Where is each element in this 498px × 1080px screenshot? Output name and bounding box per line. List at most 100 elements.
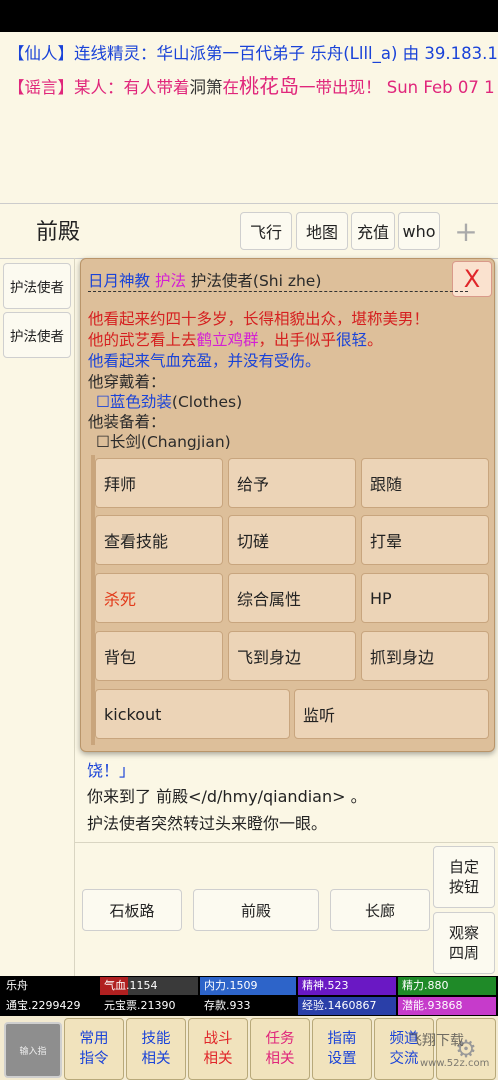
stat-qianneng: 潜能.93868 [398,997,496,1015]
label-line: 按钮 [448,878,479,896]
nav-label: 设置 [327,1051,357,1067]
hp-button[interactable]: HP [361,573,489,623]
nav-label: 指令 [79,1051,109,1067]
nav-label: 相关 [203,1051,233,1067]
room-title: 前殿 [36,220,81,245]
nav-label: 指南 [327,1031,357,1047]
stat-tongbao: 通宝.2299429 [2,997,98,1015]
column-divider [74,258,75,978]
text: ，出手似乎 [258,331,337,349]
wear-label: 他穿戴着： [88,373,166,391]
npc-name: 护法使者(Shi zhe) [190,272,322,290]
kickout-button[interactable]: kickout [95,689,290,739]
nav-skills[interactable]: 技能 相关 [126,1018,186,1080]
follow-button[interactable]: 跟随 [361,458,489,508]
stat-yuanbao: 元宝票.21390 [100,997,198,1015]
rumor-message: 【谣言】某人：有人带着洞箫在桃花岛一带出现！ Sun Feb 07 1 [8,70,495,99]
nav-common-commands[interactable]: 常用 指令 [64,1018,124,1080]
recharge-button[interactable]: 充值 [351,212,395,250]
label-line: 自定 [448,858,479,876]
exit-button[interactable]: 石板路 [82,889,182,931]
npc-faction: 日月神教 [88,272,151,290]
attack-level: 很轻 [336,331,368,349]
log-divider [75,842,498,843]
npc-rank: 护法 [154,272,186,290]
skill-level: 鹤立鸡群 [196,331,259,349]
fly-button[interactable]: 飞行 [240,212,292,250]
custom-button[interactable]: 自定 按钮 [433,846,495,908]
look-around-label: 观察 四周 [449,923,479,963]
monitor-button[interactable]: 监听 [294,689,489,739]
text: 他的武艺看上去 [88,331,197,349]
who-button[interactable]: who [398,212,440,250]
watermark-url: www.52z.com [420,1058,490,1069]
message-text: 在 [222,78,240,97]
wear-item: ☐蓝色劲装(Clothes) [96,390,242,412]
room-header: 前殿 飞行 地图 充值 who + [0,203,498,259]
clothes-name: 蓝色劲装 [109,393,172,411]
equip-item: ☐长剑(Changjian) [96,433,231,451]
input-button[interactable]: 输入指 [4,1022,62,1078]
npc-item[interactable]: 护法使者 [3,263,71,309]
exit-button[interactable]: 前殿 [193,889,319,931]
log-line: 护法使者突然转过头来瞪你一眼。 [87,814,328,833]
npc-info-popup: 日月神教 护法 护法使者(Shi zhe) X 他看起来约四十多岁，长得相貌出众… [80,258,495,752]
kill-button[interactable]: 杀死 [95,573,223,623]
attributes-button[interactable]: 综合属性 [228,573,356,623]
npc-item[interactable]: 护法使者 [3,312,71,358]
rumor-item: 洞箫 [189,78,223,97]
log-line: 你来到了 前殿</d/hmy/qiandian> 。 [87,787,367,806]
watermark-logo: 飞翔下载 [408,1033,464,1049]
channel-messages: 【仙人】连线精灵：华山派第一百代弟子 乐舟(Llll_a) 由 39.183.1… [0,32,498,202]
text: 。 [367,331,383,349]
grab-button[interactable]: 抓到身边 [361,631,489,681]
stat-text: 气血.1154 [104,979,158,992]
stat-cunkuan: 存款.933 [200,997,296,1015]
label-line: 四周 [448,944,479,962]
message-text: 连线精灵：华山派第一百代弟子 乐舟(Llll_a) 由 39.183.1 [74,44,498,63]
checkbox-icon: ☐ [96,393,110,411]
message-text: 某人：有人带着 [74,78,190,97]
nav-label: 交流 [389,1051,419,1067]
nav-label: 战斗 [203,1031,233,1047]
npc-health: 他看起来气血充盈，并没有受伤。 [88,352,321,370]
view-skills-button[interactable]: 查看技能 [95,515,223,565]
equip-label: 他装备着： [88,413,166,431]
exit-button[interactable]: 长廊 [330,889,430,931]
stat-jingshen: 精神.523 [298,977,396,995]
rumor-place: 桃花岛 [239,74,299,98]
nav-combat[interactable]: 战斗 相关 [188,1018,248,1080]
give-button[interactable]: 给予 [228,458,356,508]
log-line: 饶！」 [87,761,136,780]
nav-label: 技能 [141,1031,171,1047]
stat-qixue: 气血.1154 [100,977,198,995]
npc-appearance: 他看起来约四十多岁，长得相貌出众，堪称美男！ [88,310,430,328]
knockout-button[interactable]: 打晕 [361,515,489,565]
xianren-message: 【仙人】连线精灵：华山派第一百代弟子 乐舟(Llll_a) 由 39.183.1 [8,40,498,64]
npc-skill-line: 他的武艺看上去鹤立鸡群，出手似乎很轻。 [88,328,383,350]
fly-to-button[interactable]: 飞到身边 [228,631,356,681]
nav-label: 相关 [265,1051,295,1067]
plus-icon[interactable]: + [446,212,486,250]
player-name: 乐舟 [2,977,98,995]
nav-quests[interactable]: 任务 相关 [250,1018,310,1080]
nav-label: 任务 [265,1031,295,1047]
map-button[interactable]: 地图 [296,212,348,250]
nav-guide-settings[interactable]: 指南 设置 [312,1018,372,1080]
apprentice-button[interactable]: 拜师 [95,458,223,508]
stat-jingyan: 经验.1460867 [298,997,396,1015]
message-text: 一带出现！ Sun Feb 07 1 [299,78,495,97]
look-around-button[interactable]: 观察 四周 [433,912,495,974]
system-status-bar [0,0,498,32]
channel-tag: 【仙人】 [8,44,74,63]
label-line: 观察 [448,924,479,942]
stats-panel: 乐舟 气血.1154 内力.1509 精神.523 精力.880 通宝.2299… [0,976,498,1016]
custom-button-label: 自定 按钮 [449,857,479,897]
divider [88,291,468,292]
stat-neili: 内力.1509 [200,977,296,995]
channel-tag: 【谣言】 [8,78,74,97]
nav-label: 相关 [141,1051,171,1067]
inventory-button[interactable]: 背包 [95,631,223,681]
stat-jingli: 精力.880 [398,977,496,995]
spar-button[interactable]: 切磋 [228,515,356,565]
